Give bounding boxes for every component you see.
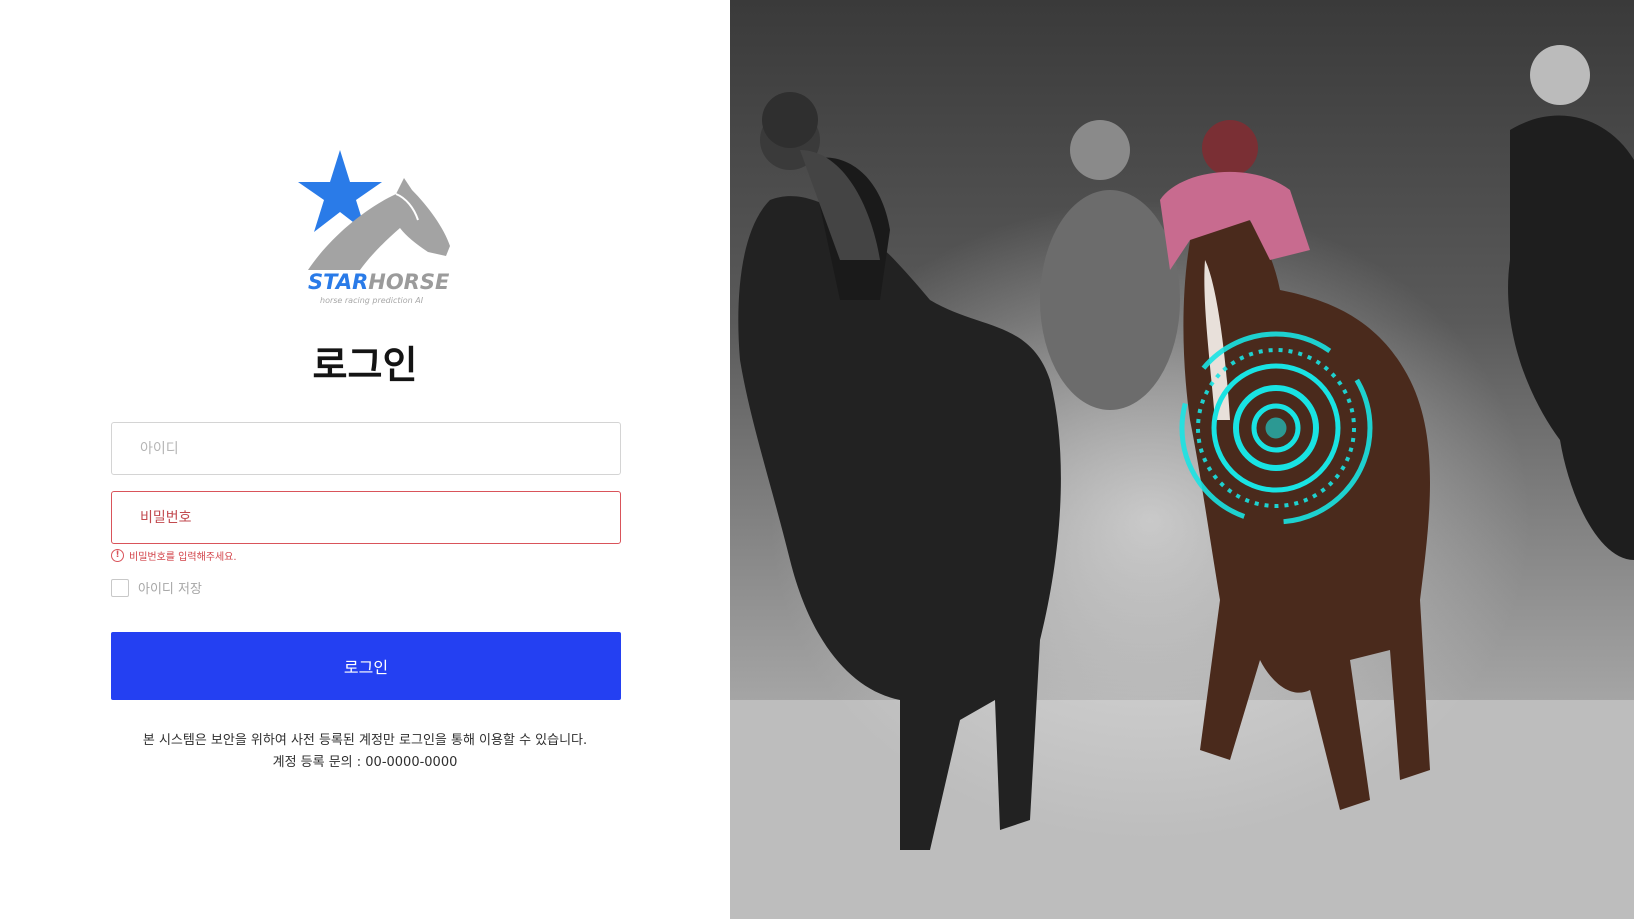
id-input[interactable] xyxy=(112,423,620,474)
starhorse-logo: STARHORSE horse racing prediction AI xyxy=(278,148,454,310)
star-horse-logo-icon xyxy=(298,150,450,270)
password-error-message: ! 비밀번호를 입력해주세요. xyxy=(111,548,237,563)
remember-id-toggle[interactable]: 아이디 저장 xyxy=(111,578,202,597)
notice-line-2: 계정 등록 문의 : 00-0000-0000 xyxy=(272,755,458,770)
horse-racing-photo xyxy=(730,45,1634,919)
logo-word-star: STAR xyxy=(308,270,369,294)
logo-wordmark: STARHORSE xyxy=(308,270,449,294)
remember-id-checkbox[interactable] xyxy=(111,578,129,597)
alert-icon: ! xyxy=(111,549,124,562)
password-error-text: 비밀번호를 입력해주세요. xyxy=(129,552,237,563)
notice-line-1: 본 시스템은 보안을 위하여 사전 등록된 계정만 로그인을 통해 이용할 수 … xyxy=(142,733,588,748)
logo-word-horse: HORSE xyxy=(368,270,450,294)
login-button[interactable]: 로그인 xyxy=(111,632,621,700)
page-title: 로그인 xyxy=(312,343,418,387)
access-notice: 본 시스템은 보안을 위하여 사전 등록된 계정만 로그인을 통해 이용할 수 … xyxy=(0,730,730,774)
password-input[interactable] xyxy=(112,492,620,543)
id-field-container xyxy=(111,422,621,475)
logo-tagline: horse racing prediction AI xyxy=(320,296,424,305)
hero-image xyxy=(730,0,1634,919)
password-field-container xyxy=(111,491,621,544)
remember-id-label: 아이디 저장 xyxy=(138,582,202,597)
login-panel: STARHORSE horse racing prediction AI 로그인… xyxy=(0,0,730,919)
